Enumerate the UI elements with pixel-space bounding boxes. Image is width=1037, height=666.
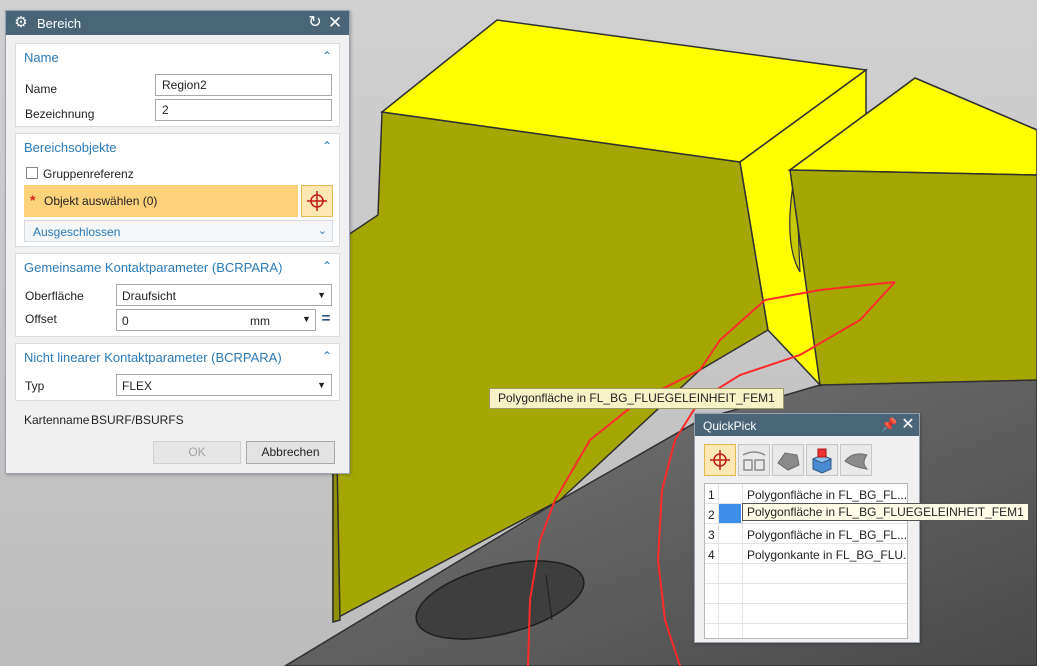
filter-all-button[interactable] [704, 444, 736, 476]
unit-dropdown-arrow-icon[interactable]: ▼ [302, 314, 311, 324]
dropdown-arrow-icon: ▼ [317, 290, 326, 300]
list-item-empty [705, 584, 907, 604]
list-item[interactable]: 4 Polygonkante in FL_BG_FLU... [705, 544, 907, 564]
close-icon[interactable]: ✕ [326, 13, 344, 33]
section-contact-header[interactable]: Gemeinsame Kontaktparameter (BCRPARA) ⌃ [16, 254, 339, 280]
select-object-button[interactable] [301, 185, 333, 217]
offset-value: 0 [122, 314, 129, 328]
region-dialog: ⚙ Bereich ↻ ✕ Name ⌃ Name Bezeichnung Be… [5, 10, 350, 474]
section-objects-title: Bereichsobjekte [24, 140, 117, 155]
select-object-label: Objekt auswählen (0) [44, 194, 158, 208]
list-item-empty [705, 564, 907, 584]
chevron-up-icon[interactable]: ⌃ [321, 139, 333, 153]
group-reference-checkbox[interactable] [26, 167, 38, 179]
offset-unit: mm [250, 314, 270, 328]
type-label: Typ [25, 379, 45, 393]
formula-equals-icon[interactable]: = [318, 308, 334, 330]
quickpick-titlebar[interactable]: QuickPick 📌 ✕ [695, 414, 919, 436]
excluded-group[interactable]: Ausgeschlossen ⌄ [24, 220, 333, 242]
ok-button[interactable]: OK [153, 441, 241, 464]
name-input[interactable] [155, 74, 332, 96]
chevron-up-icon[interactable]: ⌃ [321, 349, 333, 363]
group-reference-label: Gruppenreferenz [43, 167, 134, 181]
section-contact-title: Gemeinsame Kontaktparameter (BCRPARA) [24, 260, 283, 275]
offset-label: Offset [25, 312, 57, 326]
surface-dropdown[interactable]: Draufsicht ▼ [116, 284, 332, 306]
mesh-face-icon [777, 452, 800, 471]
viewport-tooltip: Polygonfläche in FL_BG_FLUEGELEINHEIT_FE… [489, 388, 784, 409]
surface-label: Oberfläche [25, 289, 84, 303]
select-object-row[interactable]: * Objekt auswählen (0) [24, 185, 298, 217]
type-dropdown[interactable]: FLEX ▼ [116, 374, 332, 396]
description-label: Bezeichnung [25, 107, 95, 121]
filter-edges-button[interactable] [738, 444, 770, 476]
section-contact-parameters: Gemeinsame Kontaktparameter (BCRPARA) ⌃ … [15, 253, 340, 337]
dropdown-arrow-icon: ▼ [317, 380, 326, 390]
list-item[interactable]: 3 Polygonfläche in FL_BG_FL... [705, 524, 907, 544]
excluded-label: Ausgeschlossen [33, 225, 121, 239]
dialog-title: Bereich [37, 16, 82, 31]
section-name-title: Name [24, 50, 59, 65]
filter-body-button[interactable] [806, 444, 838, 476]
section-objects-header[interactable]: Bereichsobjekte ⌃ [16, 134, 339, 160]
row-text: Polygonfläche in FL_BG_FL... [747, 488, 908, 502]
filter-surface-button[interactable] [840, 444, 872, 476]
type-value: FLEX [122, 379, 153, 393]
dialog-titlebar[interactable]: ⚙ Bereich ↻ ✕ [6, 11, 349, 35]
row-number: 4 [708, 548, 715, 562]
section-nonlinear-header[interactable]: Nicht linearer Kontaktparameter (BCRPARA… [16, 344, 339, 370]
card-name-label: Kartenname [24, 413, 90, 427]
row-full-text-tooltip: Polygonfläche in FL_BG_FLUEGELEINHEIT_FE… [742, 503, 1029, 521]
row-number: 1 [708, 488, 715, 502]
section-region-objects: Bereichsobjekte ⌃ Gruppenreferenz * Obje… [15, 133, 340, 247]
crosshair-icon [710, 450, 730, 470]
cancel-button[interactable]: Abbrechen [246, 441, 335, 464]
filter-mesh-button[interactable] [772, 444, 804, 476]
chevron-down-icon: ⌄ [317, 225, 327, 237]
section-name: Name ⌃ Name Bezeichnung [15, 43, 340, 127]
gear-icon: ⚙ [14, 14, 28, 31]
offset-input[interactable]: 0 mm ▼ [116, 309, 316, 331]
list-item-empty [705, 604, 907, 624]
pin-icon[interactable]: 📌 [881, 416, 897, 434]
list-item[interactable]: 1 Polygonfläche in FL_BG_FL... [705, 484, 907, 504]
close-icon[interactable]: ✕ [900, 415, 916, 435]
crosshair-icon [307, 191, 327, 211]
row-text: Polygonkante in FL_BG_FLU... [747, 548, 908, 562]
reset-icon[interactable]: ↻ [306, 13, 324, 33]
name-label: Name [25, 82, 58, 96]
row-number: 2 [708, 508, 715, 522]
edges-icon [742, 451, 766, 471]
surface-value: Draufsicht [122, 289, 177, 303]
card-name-value: BSURF/BSURFS [91, 413, 184, 427]
chevron-up-icon[interactable]: ⌃ [321, 49, 333, 63]
section-nonlinear-title: Nicht linearer Kontaktparameter (BCRPARA… [24, 350, 282, 365]
quickpick-dialog: QuickPick 📌 ✕ 1 Polygonfläche in FL_BG_F… [694, 413, 920, 643]
solid-body-icon [811, 448, 833, 474]
quickpick-title: QuickPick [703, 419, 757, 433]
row-number: 3 [708, 528, 715, 542]
selection-marker [719, 504, 741, 523]
chevron-up-icon[interactable]: ⌃ [321, 259, 333, 273]
required-asterisk-icon: * [30, 192, 36, 208]
surface-icon [844, 453, 869, 470]
olive-right-face [789, 169, 1037, 386]
row-text: Polygonfläche in FL_BG_FL... [747, 528, 908, 542]
section-nonlinear-parameters: Nicht linearer Kontaktparameter (BCRPARA… [15, 343, 340, 401]
section-name-header[interactable]: Name ⌃ [16, 44, 339, 70]
description-input[interactable] [155, 99, 332, 121]
